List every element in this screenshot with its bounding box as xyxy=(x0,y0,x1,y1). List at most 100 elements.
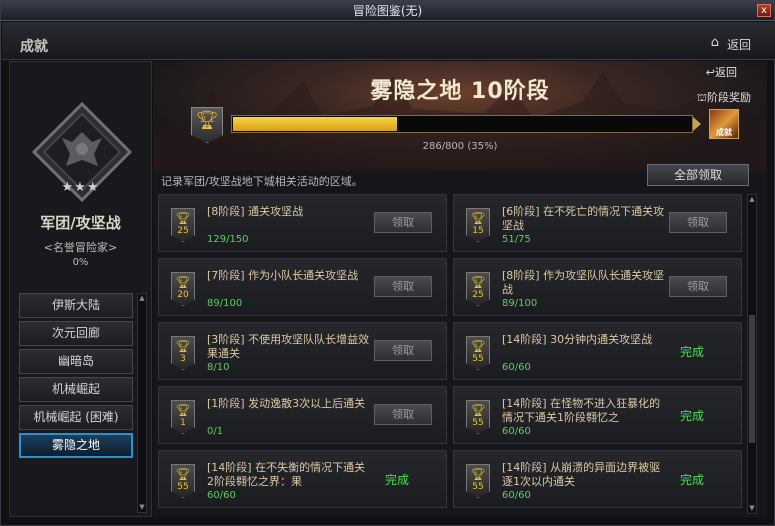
achievement-card: 🏆︎ 25 [8阶段] 通关攻坚战 129/150 领取 xyxy=(158,194,447,252)
trophy-icon: 🏆︎ 1 xyxy=(171,400,195,434)
trophy-icon: 🏆︎ 15 xyxy=(466,208,490,242)
nav-item-machine-rise-hard[interactable]: 机械崛起 (困难) xyxy=(19,405,133,430)
trophy-points: 55 xyxy=(472,354,484,364)
stage-reward-label: 阶段奖励 xyxy=(707,91,751,104)
achievement-grid: 🏆︎ 25 [8阶段] 通关攻坚战 129/150 领取 🏆︎ 15 [6阶段] 在不死亡的情… xyxy=(158,194,744,514)
achievement-title: [8阶段] 通关攻坚战 xyxy=(207,205,304,218)
scroll-down-icon[interactable]: ▼ xyxy=(138,503,146,512)
trophy-points: 55 xyxy=(177,482,189,492)
scroll-thumb[interactable] xyxy=(749,315,755,443)
achievement-card: 🏆︎ 55 [14阶段] 从崩溃的异面边界被驱逐1次以内通关 60/60 完成 xyxy=(453,450,742,508)
scroll-up-icon[interactable]: ▲ xyxy=(748,195,756,204)
claim-button[interactable]: 领取 xyxy=(374,340,432,361)
section-header: 成就 ⌂ 返回 xyxy=(2,22,775,60)
category-panel: ★★★ 军团/攻坚战 <名誉冒险家> 0% 伊斯大陆 次元回廊 幽暗岛 机械崛起… xyxy=(9,61,152,517)
arrow-right-icon xyxy=(693,117,701,131)
achievement-complete-label: 完成 xyxy=(680,345,705,359)
claim-button[interactable]: 领取 xyxy=(669,212,727,233)
stage-progress-fill xyxy=(233,117,397,131)
trophy-points: 15 xyxy=(472,226,484,236)
cup-icon: 🏆︎ xyxy=(470,339,486,353)
claim-all-button[interactable]: 全部领取 xyxy=(647,164,749,186)
trophy-points: 25 xyxy=(177,226,189,236)
scroll-down-icon[interactable]: ▼ xyxy=(748,504,756,513)
trophy-points: 55 xyxy=(472,418,484,428)
trophy-points: 1 xyxy=(180,418,186,428)
achievement-complete-label: 完成 xyxy=(680,473,705,487)
achievement-panel: 雾隐之地 10阶段 ↩返回 ⛫阶段奖励 🏆︎ 成就 286/800 (35%) … xyxy=(153,61,767,517)
achievement-complete-label: 完成 xyxy=(385,473,410,487)
trophy-icon: 🏆︎ 55 xyxy=(466,400,490,434)
achievement-card: 🏆︎ 55 [14阶段] 30分钟内通关攻坚战 60/60 完成 xyxy=(453,322,742,380)
trophy-points: 25 xyxy=(472,290,484,300)
nav-item-dark-island[interactable]: 幽暗岛 xyxy=(19,349,133,374)
achievement-title: [14阶段] 在不失衡的情况下通关2阶段翱忆之界：果 xyxy=(207,461,366,488)
achievement-title: [14阶段] 在怪物不进入狂暴化的情况下通关1阶段翱忆之 xyxy=(502,397,661,424)
trophy-icon: 🏆︎ 55 xyxy=(466,336,490,370)
trophy-icon: 🏆︎ 55 xyxy=(171,464,195,498)
reward-badge-label: 成就 xyxy=(716,128,732,137)
trophy-icon: 🏆︎ 20 xyxy=(171,272,195,306)
achievement-complete-label: 完成 xyxy=(680,409,705,423)
achievement-title: [3阶段] 不使用攻坚队队长增益效果通关 xyxy=(207,333,370,360)
achievement-progress: 129/150 xyxy=(207,234,249,245)
section-title: 成就 xyxy=(20,39,48,55)
cup-icon: 🏆︎ xyxy=(175,275,191,289)
achievement-card: 🏆︎ 55 [14阶段] 在怪物不进入狂暴化的情况下通关1阶段翱忆之 60/60 完成 xyxy=(453,386,742,444)
trophy-points: 20 xyxy=(177,290,189,300)
cup-icon: 🏆︎ xyxy=(470,467,486,481)
achievement-title: [14阶段] 30分钟内通关攻坚战 xyxy=(502,333,653,346)
achievement-progress: 60/60 xyxy=(502,362,531,373)
achievement-progress: 60/60 xyxy=(502,490,531,501)
achievement-title: [6阶段] 在不死亡的情况下通关攻坚战 xyxy=(502,205,665,232)
cup-icon: 🏆︎ xyxy=(175,403,191,417)
nav-item-machine-rise[interactable]: 机械崛起 xyxy=(19,377,133,402)
region-nav: 伊斯大陆 次元回廊 幽暗岛 机械崛起 机械崛起 (困难) 雾隐之地 xyxy=(19,293,133,461)
nav-item-misty-land[interactable]: 雾隐之地 xyxy=(19,433,133,458)
region-description: 记录军团/攻坚战地下城相关活动的区域。 xyxy=(161,175,363,188)
achievement-window: 冒险图鉴(无) x 成就 ⌂ 返回 ★★★ 军团/攻坚战 <名誉冒险家> 0% … xyxy=(0,0,775,526)
region-stage-title: 雾隐之地 10阶段 xyxy=(370,79,550,104)
home-icon[interactable]: ⌂ xyxy=(711,35,719,50)
achievement-card: 🏆︎ 1 [1阶段] 发动逸散3次以上后通关 0/1 领取 xyxy=(158,386,447,444)
achievement-progress: 89/100 xyxy=(502,298,538,309)
achievement-progress: 89/100 xyxy=(207,298,243,309)
achievement-progress: 60/60 xyxy=(502,426,531,437)
reward-badge-icon[interactable]: 成就 xyxy=(709,109,739,139)
nav-item-dimension-corridor[interactable]: 次元回廊 xyxy=(19,321,133,346)
trophy-icon: 🏆︎ 25 xyxy=(466,272,490,306)
achievement-scrollbar[interactable]: ▲ ▼ xyxy=(747,194,757,514)
achievement-card: 🏆︎ 15 [6阶段] 在不死亡的情况下通关攻坚战 51/75 领取 xyxy=(453,194,742,252)
achievement-progress: 60/60 xyxy=(207,490,236,501)
stage-progress-bar xyxy=(231,115,693,133)
cup-icon: 🏆︎ xyxy=(175,211,191,225)
header-back-button[interactable]: 返回 xyxy=(727,36,751,53)
achievement-title: [7阶段] 作为小队长通关攻坚战 xyxy=(207,269,359,282)
nav-item-isle[interactable]: 伊斯大陆 xyxy=(19,293,133,318)
region-banner: 雾隐之地 10阶段 ↩返回 ⛫阶段奖励 🏆︎ 成就 286/800 (35%) xyxy=(153,61,767,171)
window-titlebar[interactable]: 冒险图鉴(无) x xyxy=(1,1,774,21)
claim-button[interactable]: 领取 xyxy=(374,212,432,233)
achievement-card: 🏆︎ 3 [3阶段] 不使用攻坚队队长增益效果通关 8/10 领取 xyxy=(158,322,447,380)
window-title: 冒险图鉴(无) xyxy=(352,4,423,18)
banner-back-button[interactable]: ↩返回 xyxy=(706,64,737,80)
claim-button[interactable]: 领取 xyxy=(374,404,432,425)
cup-icon: 🏆︎ xyxy=(470,211,486,225)
scroll-up-icon[interactable]: ▲ xyxy=(138,294,146,303)
close-button[interactable]: x xyxy=(757,4,771,17)
category-title: 军团/攻坚战 xyxy=(40,214,121,232)
achievement-progress: 0/1 xyxy=(207,426,224,437)
banner-back-label: 返回 xyxy=(715,66,737,79)
cup-icon: 🏆︎ xyxy=(470,403,486,417)
achievement-title: [14阶段] 从崩溃的异面边界被驱逐1次以内通关 xyxy=(502,461,661,488)
achievement-card: 🏆︎ 25 [8阶段] 作为攻坚队队长通关攻坚战 89/100 领取 xyxy=(453,258,742,316)
cup-icon: 🏆︎ xyxy=(175,467,191,481)
claim-button[interactable]: 领取 xyxy=(374,276,432,297)
achievement-progress: 51/75 xyxy=(502,234,531,245)
achievement-title: [1阶段] 发动逸散3次以上后通关 xyxy=(207,397,366,410)
trophy-icon: 🏆︎ 55 xyxy=(466,464,490,498)
claim-button[interactable]: 领取 xyxy=(669,276,727,297)
achievement-card: 🏆︎ 55 [14阶段] 在不失衡的情况下通关2阶段翱忆之界：果 60/60 完成 xyxy=(158,450,447,508)
stage-reward-button[interactable]: ⛫阶段奖励 xyxy=(697,89,751,106)
nav-scrollbar[interactable]: ▲ ▼ xyxy=(137,293,147,513)
